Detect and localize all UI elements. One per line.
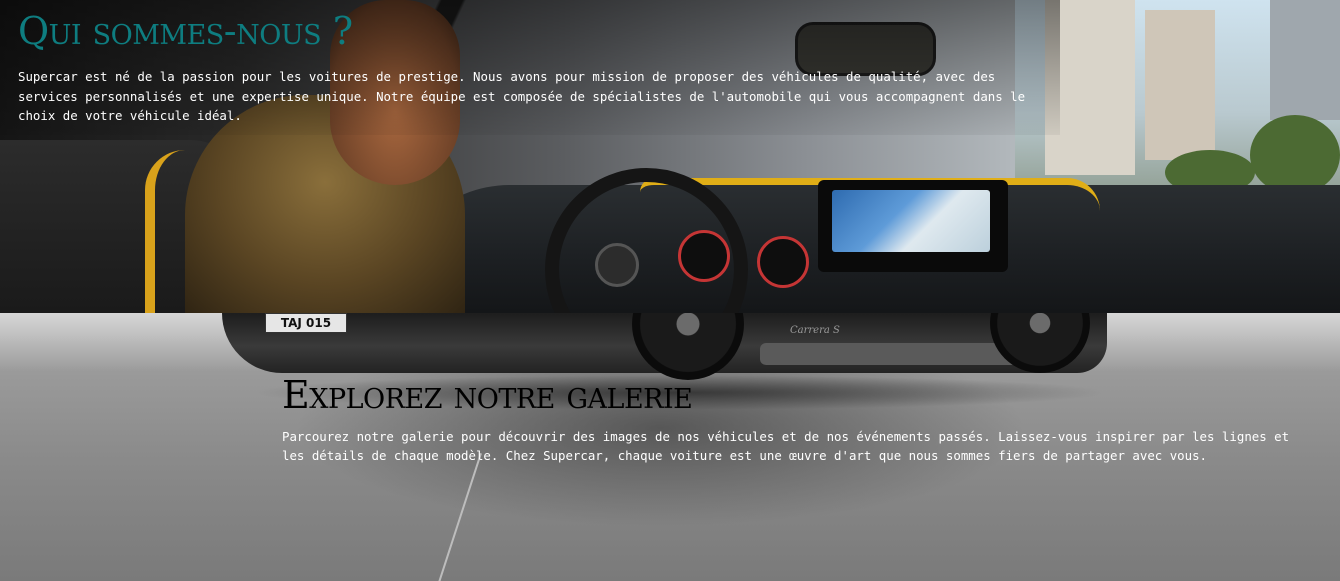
gallery-text: Parcourez notre galerie pour découvrir d… [282,429,1290,463]
steering-wheel-hub [595,243,639,287]
car-side-sill [760,343,1020,365]
gauge-right [757,236,809,288]
about-text: Supercar est né de la passion pour les v… [18,69,1026,123]
street-background [1015,0,1340,205]
car-badge: Carrera S [790,325,840,336]
building [1145,10,1215,160]
gallery-title: Explorez notre galerie [282,373,693,417]
about-title: Qui sommes-nous ? [18,9,353,53]
license-plate: TAJ 015 [265,313,347,333]
about-section: Qui sommes-nous ? Supercar est né de la … [0,0,1340,313]
gallery-section: TAJ 015 Carrera S Explorez notre galerie… [0,313,1340,581]
tree [1250,115,1340,195]
navigation-map [832,190,990,252]
building [1270,0,1340,120]
